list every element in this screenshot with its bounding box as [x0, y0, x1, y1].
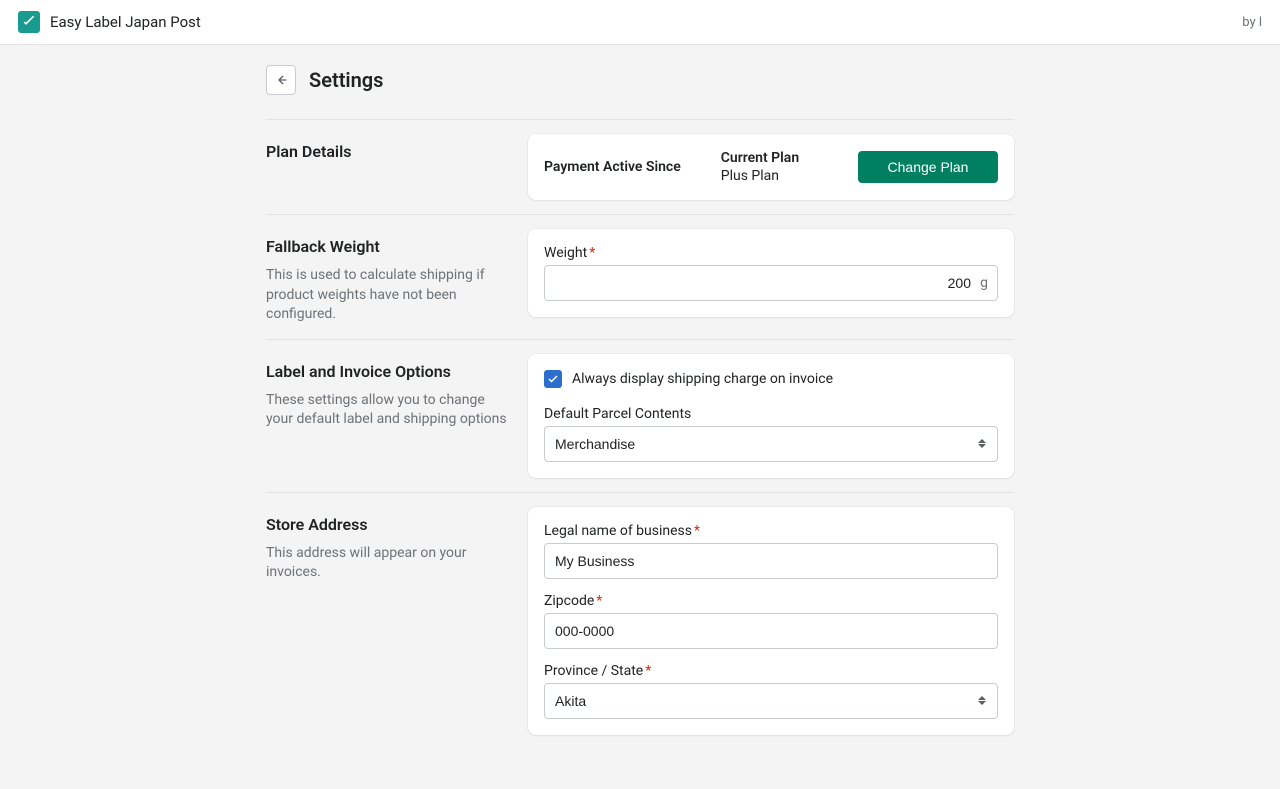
page-title: Settings: [309, 68, 383, 92]
shipping-charge-checkbox-row[interactable]: Always display shipping charge on invoic…: [544, 370, 998, 388]
province-select[interactable]: Akita: [544, 683, 998, 719]
payment-active-since: Payment Active Since: [544, 159, 681, 175]
weight-label-text: Weight: [544, 245, 587, 261]
required-asterisk: *: [645, 663, 651, 679]
section-label-options: Label and Invoice Options These settings…: [266, 339, 1014, 492]
section-title-store: Store Address: [266, 515, 508, 534]
app-logo-icon: [18, 11, 40, 33]
section-desc-fallback: This is used to calculate shipping if pr…: [266, 266, 508, 325]
current-plan: Current Plan Plus Plan: [721, 150, 799, 184]
store-address-card: Legal name of business* Zipcode* Provinc…: [528, 507, 1014, 735]
topbar: Easy Label Japan Post by l: [0, 0, 1280, 45]
section-store-address: Store Address This address will appear o…: [266, 492, 1014, 749]
province-label-text: Province / State: [544, 663, 643, 679]
zipcode-label-text: Zipcode: [544, 593, 594, 609]
weight-input[interactable]: [544, 265, 998, 301]
section-fallback-weight: Fallback Weight This is used to calculat…: [266, 214, 1014, 339]
back-button[interactable]: [266, 65, 296, 95]
section-title-plan: Plan Details: [266, 142, 508, 161]
payment-active-since-label: Payment Active Since: [544, 159, 681, 175]
zipcode-input[interactable]: [544, 613, 998, 649]
legal-name-label: Legal name of business*: [544, 523, 998, 539]
province-label: Province / State*: [544, 663, 998, 679]
topbar-left: Easy Label Japan Post: [18, 11, 201, 33]
settings-container: Settings Plan Details Payment Active Sin…: [266, 45, 1014, 789]
app-title: Easy Label Japan Post: [50, 13, 201, 31]
section-desc-label: These settings allow you to change your …: [266, 391, 508, 430]
required-asterisk: *: [589, 245, 595, 261]
plan-card: Payment Active Since Current Plan Plus P…: [528, 134, 1014, 200]
section-desc-store: This address will appear on your invoice…: [266, 544, 508, 583]
legal-name-label-text: Legal name of business: [544, 523, 692, 539]
section-plan-details: Plan Details Payment Active Since Curren…: [266, 119, 1014, 214]
shipping-charge-checkbox-label: Always display shipping charge on invoic…: [572, 371, 833, 387]
arrow-left-icon: [273, 72, 289, 88]
zipcode-label: Zipcode*: [544, 593, 998, 609]
legal-name-input[interactable]: [544, 543, 998, 579]
required-asterisk: *: [596, 593, 602, 609]
check-icon: [547, 373, 559, 385]
current-plan-value: Plus Plan: [721, 168, 799, 184]
parcel-contents-label: Default Parcel Contents: [544, 406, 998, 422]
fallback-card: Weight* g: [528, 229, 1014, 317]
section-title-label: Label and Invoice Options: [266, 362, 508, 381]
current-plan-label: Current Plan: [721, 150, 799, 166]
weight-label: Weight*: [544, 245, 998, 261]
required-asterisk: *: [694, 523, 700, 539]
parcel-contents-select[interactable]: Merchandise: [544, 426, 998, 462]
section-title-fallback: Fallback Weight: [266, 237, 508, 256]
attribution-text: by l: [1242, 15, 1262, 30]
page-header: Settings: [266, 65, 1014, 95]
change-plan-button[interactable]: Change Plan: [858, 151, 998, 183]
shipping-charge-checkbox[interactable]: [544, 370, 562, 388]
label-options-card: Always display shipping charge on invoic…: [528, 354, 1014, 478]
